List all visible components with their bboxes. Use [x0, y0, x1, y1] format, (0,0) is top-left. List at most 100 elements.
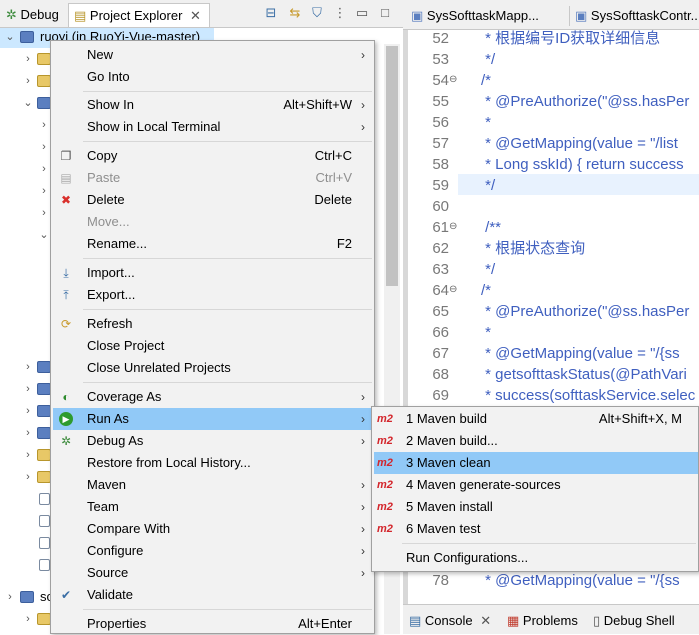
menu-item-label: Validate: [87, 587, 134, 602]
filter-icon[interactable]: ⛉: [310, 6, 324, 20]
context-menu: New › Go Into Show In Alt+Shift+W › Show in…: [50, 40, 375, 634]
menu-item-delete[interactable]: ✖ Delete Delete: [53, 189, 372, 211]
menu-item-close-project[interactable]: Close Project: [53, 335, 372, 357]
debug-shell-tab[interactable]: ▯ Debug Shell: [593, 609, 675, 633]
submenu-item-maven-clean[interactable]: m2 3 Maven clean: [374, 452, 698, 474]
menu-item-validate[interactable]: ✔ Validate: [53, 584, 372, 606]
menu-item-close-unrelated-projects[interactable]: Close Unrelated Projects: [53, 357, 372, 379]
debug-tab-label: Debug: [20, 7, 59, 22]
chevron-right-icon[interactable]: ›: [38, 114, 50, 136]
submenu-item-maven-build-dialog[interactable]: m2 2 Maven build...: [374, 430, 698, 452]
menu-item-go-into[interactable]: Go Into: [53, 66, 372, 88]
menu-item-label: Coverage As: [87, 389, 162, 404]
submenu-arrow-icon: ›: [361, 412, 365, 426]
submenu-item-maven-generate-sources[interactable]: m2 4 Maven generate-sources: [374, 474, 698, 496]
debug-tab[interactable]: ✲ Debug: [6, 3, 66, 27]
menu-item-debug-as[interactable]: ✲ Debug As ›: [53, 430, 372, 452]
menu-item-configure[interactable]: Configure ›: [53, 540, 372, 562]
chevron-down-icon[interactable]: ⌄: [22, 92, 34, 114]
chevron-right-icon[interactable]: ›: [38, 136, 50, 158]
maximize-icon[interactable]: □: [378, 6, 392, 20]
chevron-right-icon[interactable]: ›: [22, 608, 34, 630]
debug-shell-tab-label: Debug Shell: [603, 613, 675, 628]
close-icon[interactable]: ✕: [480, 613, 491, 628]
code-line: * success(softtaskService.selec: [481, 387, 696, 404]
menu-item-source[interactable]: Source ›: [53, 562, 372, 584]
chevron-down-icon[interactable]: ⌄: [4, 26, 16, 48]
line-number: 68: [432, 366, 449, 383]
submenu-item-maven-test[interactable]: m2 6 Maven test: [374, 518, 698, 540]
chevron-right-icon[interactable]: ›: [4, 586, 16, 608]
fold-toggle-icon[interactable]: ⊖: [449, 221, 457, 232]
view-menu-icon[interactable]: ⋮: [333, 6, 347, 20]
collapse-all-icon[interactable]: ⊟: [264, 6, 278, 20]
chevron-right-icon[interactable]: ›: [22, 444, 34, 466]
menu-item-paste[interactable]: ▤ Paste Ctrl+V: [53, 167, 372, 189]
menu-item-refresh[interactable]: ⟳ Refresh: [53, 313, 372, 335]
menu-item-compare-with[interactable]: Compare With ›: [53, 518, 372, 540]
submenu-item-maven-build[interactable]: m2 1 Maven build Alt+Shift+X, M: [374, 408, 698, 430]
chevron-down-icon[interactable]: ⌄: [38, 224, 50, 246]
chevron-right-icon[interactable]: ›: [22, 70, 34, 92]
menu-item-maven[interactable]: Maven ›: [53, 474, 372, 496]
menu-item-export[interactable]: ⤒ Export...: [53, 284, 372, 306]
chevron-right-icon[interactable]: ›: [38, 180, 50, 202]
menu-item-rename[interactable]: Rename... F2: [53, 233, 372, 255]
left-view-tab-bar: ✲ Debug ▤ Project Explorer ✕ ⊟ ⇆ ⛉ ⋮ ▭ □: [0, 0, 403, 28]
line-number: 65: [432, 303, 449, 320]
editor-tab-mapper[interactable]: ▣ SysSofttaskMapp...: [411, 4, 569, 28]
line-number: 52: [432, 30, 449, 47]
line-number: 57: [432, 135, 449, 152]
menu-item-import[interactable]: ⤓ Import...: [53, 262, 372, 284]
chevron-right-icon[interactable]: ›: [22, 400, 34, 422]
menu-item-copy[interactable]: ❐ Copy Ctrl+C: [53, 145, 372, 167]
copy-icon: ❐: [60, 149, 72, 163]
menu-item-coverage-as[interactable]: ◐ Coverage As ›: [53, 386, 372, 408]
chevron-right-icon[interactable]: ›: [22, 356, 34, 378]
submenu-item-maven-install[interactable]: m2 5 Maven install: [374, 496, 698, 518]
chevron-right-icon[interactable]: ›: [22, 48, 34, 70]
minimize-icon[interactable]: ▭: [355, 6, 369, 20]
bottom-tab-bar: ▤ Console ✕ ▦ Problems ▯ Debug Shell: [403, 604, 699, 634]
project-explorer-tab[interactable]: ▤ Project Explorer ✕: [68, 3, 210, 27]
menu-item-label: Paste: [87, 170, 121, 185]
editor-tab-controller[interactable]: ▣ SysSofttaskContr...: [575, 4, 699, 28]
menu-item-team[interactable]: Team ›: [53, 496, 372, 518]
menu-item-properties[interactable]: Properties Alt+Enter: [53, 613, 372, 635]
menu-separator: [83, 258, 372, 259]
menu-item-label: Maven: [87, 477, 127, 492]
fold-toggle-icon[interactable]: ⊖: [449, 284, 457, 295]
submenu-arrow-icon: ›: [361, 478, 365, 492]
fold-toggle-icon[interactable]: ⊖: [449, 74, 457, 85]
menu-item-new[interactable]: New ›: [53, 44, 372, 66]
menu-item-label: Copy: [87, 148, 118, 163]
menu-separator: [83, 141, 372, 142]
code-line: * 根据状态查询: [481, 240, 586, 257]
file-icon: [39, 493, 50, 505]
chevron-right-icon[interactable]: ›: [22, 466, 34, 488]
code-line: /*: [481, 72, 492, 89]
menu-item-show-in[interactable]: Show In Alt+Shift+W ›: [53, 94, 372, 116]
chevron-right-icon[interactable]: ›: [38, 158, 50, 180]
link-with-editor-icon[interactable]: ⇆: [288, 6, 302, 20]
chevron-right-icon[interactable]: ›: [22, 378, 34, 400]
scrollbar-thumb[interactable]: [386, 46, 398, 286]
submenu-arrow-icon: ›: [361, 522, 365, 536]
menu-item-run-as[interactable]: ▶ Run As ›: [53, 408, 372, 430]
menu-item-label: Export...: [87, 287, 136, 302]
editor-tab-label: SysSofttaskContr...: [590, 8, 699, 23]
menu-item-show-in-local-terminal[interactable]: Show in Local Terminal ›: [53, 116, 372, 138]
menu-item-restore-from-local-history[interactable]: Restore from Local History...: [53, 452, 372, 474]
close-icon[interactable]: ✕: [190, 8, 201, 23]
submenu-arrow-icon: ›: [361, 434, 365, 448]
menu-separator: [402, 543, 696, 544]
submenu-item-label: 6 Maven test: [406, 521, 481, 536]
console-tab[interactable]: ▤ Console ✕: [409, 609, 491, 633]
chevron-right-icon[interactable]: ›: [38, 202, 50, 224]
code-line: * Long sskId) { return success: [481, 156, 684, 173]
chevron-right-icon[interactable]: ›: [22, 422, 34, 444]
menu-item-move[interactable]: Move...: [53, 211, 372, 233]
problems-tab[interactable]: ▦ Problems: [507, 609, 578, 633]
maven-m2-icon: m2: [377, 523, 393, 535]
submenu-item-run-configurations[interactable]: Run Configurations...: [374, 547, 698, 569]
